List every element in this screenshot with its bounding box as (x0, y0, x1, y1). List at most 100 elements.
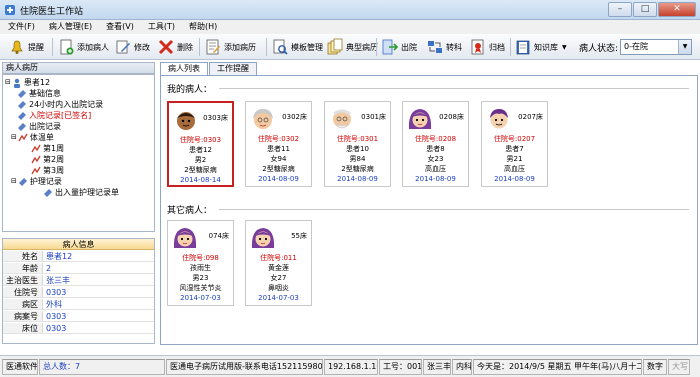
tree-node-admission-record[interactable]: 入院记录[已签名] (17, 110, 91, 121)
chevron-down-icon[interactable]: ▼ (678, 40, 691, 54)
window-title: 住院医生工作站 (20, 7, 84, 17)
patient-info-title: 病人信息 (3, 239, 154, 250)
grandpa-avatar-icon (333, 109, 351, 129)
info-row: 住院号 0303 (3, 287, 154, 298)
tree-node-week3[interactable]: 第3周 (31, 165, 64, 176)
patient-list-panel: 我的病人： 0303床 住院号:0303 患者12 男2 2型糖尿病 2014-… (160, 75, 698, 345)
record-tree-header: 病人病历 (2, 62, 155, 74)
records-stack-icon (327, 38, 343, 55)
tree-node-week1[interactable]: 第1周 (31, 143, 64, 154)
patient-card[interactable]: 0301床 住院号:0301 患者10 男84 2型糖尿病 2014-08-09 (324, 101, 391, 187)
status-trial: 医通电子病历试用版-联系电话15211598002 (166, 359, 323, 375)
info-row: 姓名 患者12 (3, 251, 154, 262)
template-mgmt-button[interactable]: 模板管理 (271, 37, 323, 57)
menu-bar: 文件(F) 病人管理(E) 查看(V) 工具(T) 帮助(H) (0, 20, 700, 34)
menu-patient-mgmt[interactable]: 病人管理(E) (49, 20, 92, 34)
close-button[interactable]: ✕ (658, 2, 696, 17)
discharge-icon (382, 39, 399, 55)
tab-work-reminder[interactable]: 工作提醒 (209, 62, 257, 75)
tree-node-temperature[interactable]: ⊟ 体温单 (11, 132, 54, 143)
add-record-button[interactable]: 添加病历 (204, 37, 256, 57)
add-record-icon (206, 39, 220, 55)
transfer-button[interactable]: 转科 (426, 37, 462, 57)
status-date: 今天是：2014/9/5 星期五 甲午年(马)八月十二 (473, 359, 642, 375)
bell-icon (11, 40, 23, 54)
edit-icon (116, 40, 130, 54)
status-employee-id: 工号：001 (379, 359, 422, 375)
other-patients-heading: 其它病人： (167, 206, 213, 216)
tree-node-basic-info[interactable]: 基础信息 (17, 88, 61, 99)
info-row: 年龄 2 (3, 263, 154, 274)
record-page-icon (18, 111, 26, 120)
menu-help[interactable]: 帮助(H) (189, 20, 217, 34)
record-page-icon (18, 89, 26, 98)
status-bar: 医通软件 总人数：7 医通电子病历试用版-联系电话15211598002 192… (0, 355, 700, 377)
add-patient-button[interactable]: 添加病人 (57, 37, 109, 57)
patient-status-select[interactable]: 0-在院 ▼ (620, 39, 692, 55)
status-app: 医通软件 (2, 359, 38, 375)
status-ip: 192.168.1.103 (324, 359, 378, 375)
tree-node-24h-record[interactable]: 24小时内入出院记录 (17, 99, 103, 110)
title-bar: 住院医生工作站 – □ ✕ (0, 0, 700, 20)
menu-file[interactable]: 文件(F) (8, 20, 35, 34)
tree-node-intake-output[interactable]: 出入量护理记录单 (43, 187, 119, 198)
menu-view[interactable]: 查看(V) (106, 20, 134, 34)
record-page-icon (44, 188, 52, 197)
woman-avatar-icon (408, 109, 432, 129)
man-avatar-icon (490, 109, 508, 129)
status-numlock: 数字 (643, 359, 667, 375)
new-document-icon (60, 39, 74, 55)
archive-icon (471, 39, 484, 55)
info-row: 主治医生 张三丰 (3, 275, 154, 286)
tree-node-root[interactable]: ⊟ 患者12 (5, 77, 50, 88)
temperature-chart-icon (31, 155, 41, 163)
my-patients-heading: 我的病人： (167, 85, 213, 95)
info-row: 床位 0303 (3, 323, 154, 334)
temperature-chart-icon (31, 166, 41, 174)
temperature-chart-icon (18, 133, 28, 141)
delete-icon (158, 39, 174, 55)
patient-card[interactable]: 55床 住院号:011 黄金莲 女27 鼻咽炎 2014-07-03 (245, 220, 312, 306)
temperature-chart-icon (31, 144, 41, 152)
search-document-icon (273, 39, 288, 55)
woman-avatar-icon (251, 228, 275, 248)
minimize-button[interactable]: – (608, 2, 632, 17)
record-tree: ⊟ 患者12 基础信息 24小时内入出院记录 入院记录[已签名] 出院记录 ⊟ … (2, 74, 155, 232)
tree-node-discharge-record[interactable]: 出院记录 (17, 121, 61, 132)
maximize-button[interactable]: □ (633, 2, 657, 17)
woman-avatar-icon (173, 228, 197, 248)
patient-card[interactable]: 0207床 住院号:0207 患者7 男21 高血压 2014-08-09 (481, 101, 548, 187)
delete-button[interactable]: 删除 (157, 37, 193, 57)
patient-status-value: 0-在院 (624, 42, 648, 51)
status-dept: 内科 (452, 359, 472, 375)
knowledge-button[interactable]: 知识库 ▼ (514, 37, 567, 57)
tree-node-week2[interactable]: 第2周 (31, 154, 64, 165)
patient-card[interactable]: 0302床 住院号:0302 患者11 女94 2型糖尿病 2014-08-09 (245, 101, 312, 187)
patient-card[interactable]: 0303床 住院号:0303 患者12 男2 2型糖尿病 2014-08-14 (167, 101, 234, 187)
patient-info-panel: 病人信息 姓名 患者12 年龄 2 主治医生 张三丰 住院号 0303 病区 外科 病案号… (2, 238, 155, 344)
remind-button[interactable]: 提醒 (8, 37, 44, 57)
discharge-button[interactable]: 出院 (381, 37, 417, 57)
book-icon (516, 40, 530, 55)
archive-button[interactable]: 归档 (469, 37, 505, 57)
edit-button[interactable]: 修改 (114, 37, 150, 57)
app-icon (5, 5, 15, 15)
menu-tools[interactable]: 工具(T) (148, 20, 175, 34)
record-page-icon (18, 177, 27, 186)
typical-record-button[interactable]: 典型病历 (326, 37, 378, 57)
patient-card[interactable]: 074床 住院号:098 孩雨生 男23 风湿性关节炎 2014-07-03 (167, 220, 234, 306)
status-total: 总人数：7 (39, 359, 165, 375)
main-tabs: 病人列表 工作提醒 (160, 62, 258, 75)
record-page-icon (18, 122, 26, 131)
info-row: 病案号 0303 (3, 311, 154, 322)
status-capslock: 大写 (668, 359, 690, 375)
patient-folder-icon (13, 78, 20, 88)
patient-card[interactable]: 0208床 住院号:0208 患者8 女23 高血压 2014-08-09 (402, 101, 469, 187)
grandma-avatar-icon (253, 109, 273, 129)
status-doctor: 张三丰 (423, 359, 451, 375)
tree-node-nursing-record[interactable]: ⊟ 护理记录 (11, 176, 62, 187)
tab-patient-list[interactable]: 病人列表 (160, 62, 208, 75)
patient-status-label: 病人状态: (579, 44, 619, 54)
record-page-icon (18, 100, 26, 109)
transfer-icon (428, 41, 442, 53)
